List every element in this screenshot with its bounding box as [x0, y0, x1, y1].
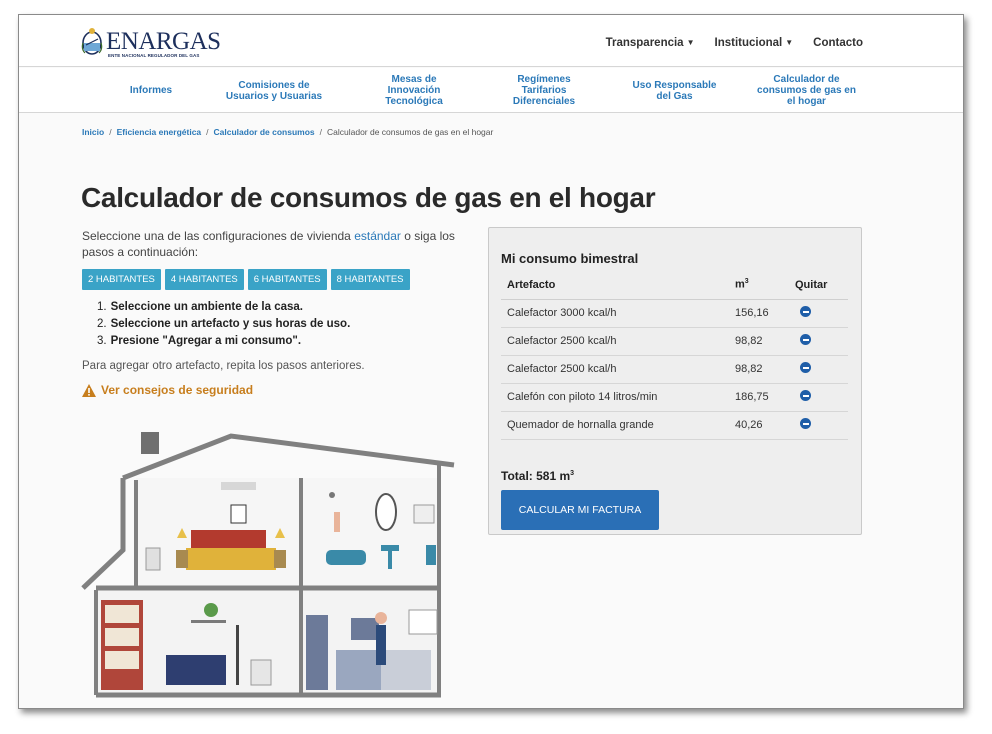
habitantes-4-button[interactable]: 4 HABITANTES — [164, 269, 244, 290]
top-nav: Transparencia ▼ Institucional ▼ Contacto — [606, 37, 863, 49]
step-number: 2. — [97, 318, 107, 330]
intro-text: Seleccione una de las configuraciones de… — [82, 228, 477, 260]
row-artefacto: Calefactor 2500 kcal/h — [501, 355, 729, 384]
page-title: Calculador de consumos de gas en el hoga… — [81, 182, 656, 213]
step-number: 1. — [97, 301, 107, 313]
table-row: Calefactor 2500 kcal/h 98,82 — [501, 327, 848, 356]
panel-title: Mi consumo bimestral — [501, 251, 639, 266]
step-item: 3. Presione "Agregar a mi consumo". — [97, 333, 350, 350]
row-m3: 40,26 — [729, 411, 789, 440]
row-quitar — [789, 355, 848, 384]
browser-page: ENARGAS ENTE NACIONAL REGULADOR DEL GAS … — [18, 14, 964, 709]
breadcrumb-eficiencia[interactable]: Eficiencia energética — [117, 127, 202, 137]
repeat-note: Para agregar otro artefacto, repita los … — [82, 360, 365, 372]
row-artefacto: Calefactor 3000 kcal/h — [501, 299, 729, 328]
row-artefacto: Quemador de hornalla grande — [501, 411, 729, 440]
habitantes-6-button[interactable]: 6 HABITANTES — [247, 269, 327, 290]
step-text: Presione "Agregar a mi consumo". — [110, 335, 302, 347]
col-m3: m3 — [729, 271, 789, 300]
remove-icon[interactable] — [800, 306, 811, 317]
step-number: 3. — [97, 335, 107, 347]
nav-transparencia-label: Transparencia — [605, 37, 684, 49]
col-m3-sup: 3 — [744, 278, 749, 286]
intro-before: Seleccione una de las configuraciones de… — [82, 229, 355, 243]
row-quitar — [789, 327, 848, 356]
table-row: Calefón con piloto 14 litros/min 186,75 — [501, 383, 848, 412]
total-label: Total: 581 m — [501, 469, 571, 483]
consumption-table: Artefacto m3 Quitar Calefactor 3000 kcal… — [501, 271, 848, 440]
enargas-logo[interactable]: ENARGAS ENTE NACIONAL REGULADOR DEL GAS — [81, 25, 221, 59]
main-nav-mesas[interactable]: Mesas de Innovación Tecnológica — [369, 68, 459, 113]
table-row: Quemador de hornalla grande 40,26 — [501, 411, 848, 440]
safety-link[interactable]: Ver consejos de seguridad — [82, 383, 253, 397]
main-nav-comisiones[interactable]: Comisiones de Usuarios y Usuarias — [219, 68, 329, 113]
table-row: Calefactor 3000 kcal/h 156,16 — [501, 299, 848, 328]
remove-icon[interactable] — [800, 390, 811, 401]
row-quitar — [789, 383, 848, 412]
breadcrumb-separator: / — [206, 127, 209, 137]
row-m3: 98,82 — [729, 327, 789, 356]
brand-wordmark: ENARGAS — [106, 28, 221, 55]
breadcrumb: Inicio / Eficiencia energética / Calculador … — [82, 127, 493, 137]
row-artefacto: Calefón con piloto 14 litros/min — [501, 383, 729, 412]
house-illustration[interactable] — [81, 420, 461, 700]
steps-list: 1. Seleccione un ambiente de la casa. 2. S… — [97, 299, 350, 350]
main-nav-calculador[interactable]: Calculador de consumos de gas en el hoga… — [754, 68, 859, 113]
step-text: Seleccione un artefacto y sus horas de u… — [110, 318, 351, 330]
kitchen-room[interactable] — [306, 609, 438, 690]
consumption-panel: Mi consumo bimestral Artefacto m3 Quitar… — [488, 227, 862, 535]
col-quitar: Quitar — [789, 271, 848, 300]
nav-institucional-label: Institucional — [714, 37, 783, 49]
remove-icon[interactable] — [800, 334, 811, 345]
chimney — [141, 432, 159, 454]
row-m3: 98,82 — [729, 355, 789, 384]
col-artefacto: Artefacto — [501, 271, 729, 300]
breadcrumb-inicio[interactable]: Inicio — [82, 127, 104, 137]
brand-subtitle: ENTE NACIONAL REGULADOR DEL GAS — [108, 53, 200, 58]
nav-contacto[interactable]: Contacto — [813, 37, 863, 49]
breadcrumb-calculador[interactable]: Calculador de consumos — [214, 127, 315, 137]
step-text: Seleccione un ambiente de la casa. — [110, 301, 303, 313]
breadcrumb-current: Calculador de consumos de gas en el hoga… — [327, 127, 494, 137]
table-header-row: Artefacto m3 Quitar — [501, 271, 848, 300]
safety-link-label: Ver consejos de seguridad — [101, 383, 254, 397]
main-nav-uso-responsable[interactable]: Uso Responsable del Gas — [627, 68, 722, 113]
table-row: Calefactor 2500 kcal/h 98,82 — [501, 355, 848, 384]
breadcrumb-separator: / — [109, 127, 112, 137]
roof — [122, 433, 455, 481]
main-nav-informes[interactable]: Informes — [111, 68, 191, 113]
warning-icon — [82, 383, 96, 397]
top-header: ENARGAS ENTE NACIONAL REGULADOR DEL GAS … — [19, 15, 963, 67]
lower-roof — [81, 478, 126, 590]
calcular-factura-button[interactable]: CALCULAR MI FACTURA — [501, 490, 659, 530]
main-nav-regimenes[interactable]: Regímenes Tarifarios Diferenciales — [499, 68, 589, 113]
habitantes-2-button[interactable]: 2 HABITANTES — [82, 269, 161, 290]
nav-institucional[interactable]: Institucional ▼ — [715, 37, 794, 49]
row-quitar — [789, 411, 848, 440]
step-item: 2. Seleccione un artefacto y sus horas de… — [97, 316, 350, 333]
col-m3-label: m — [735, 279, 745, 292]
remove-icon[interactable] — [800, 418, 811, 429]
remove-icon[interactable] — [800, 362, 811, 373]
standard-link[interactable]: estándar — [354, 229, 401, 243]
nav-transparencia[interactable]: Transparencia ▼ — [606, 37, 695, 49]
row-quitar — [789, 299, 848, 328]
row-m3: 156,16 — [729, 299, 789, 328]
row-artefacto: Calefactor 2500 kcal/h — [501, 327, 729, 356]
row-m3: 186,75 — [729, 383, 789, 412]
habitantes-buttons: 2 HABITANTES 4 HABITANTES 6 HABITANTES 8… — [82, 269, 410, 290]
step-item: 1. Seleccione un ambiente de la casa. — [97, 299, 350, 316]
caret-down-icon: ▼ — [785, 38, 794, 48]
coat-of-arms-icon — [81, 28, 103, 55]
main-nav: Informes Comisiones de Usuarios y Usuari… — [19, 68, 963, 113]
habitantes-8-button[interactable]: 8 HABITANTES — [330, 269, 410, 290]
total-sup: 3 — [570, 470, 575, 477]
total-consumption: Total: 581 m3 — [501, 469, 574, 483]
breadcrumb-separator: / — [319, 127, 322, 137]
caret-down-icon: ▼ — [686, 38, 695, 48]
